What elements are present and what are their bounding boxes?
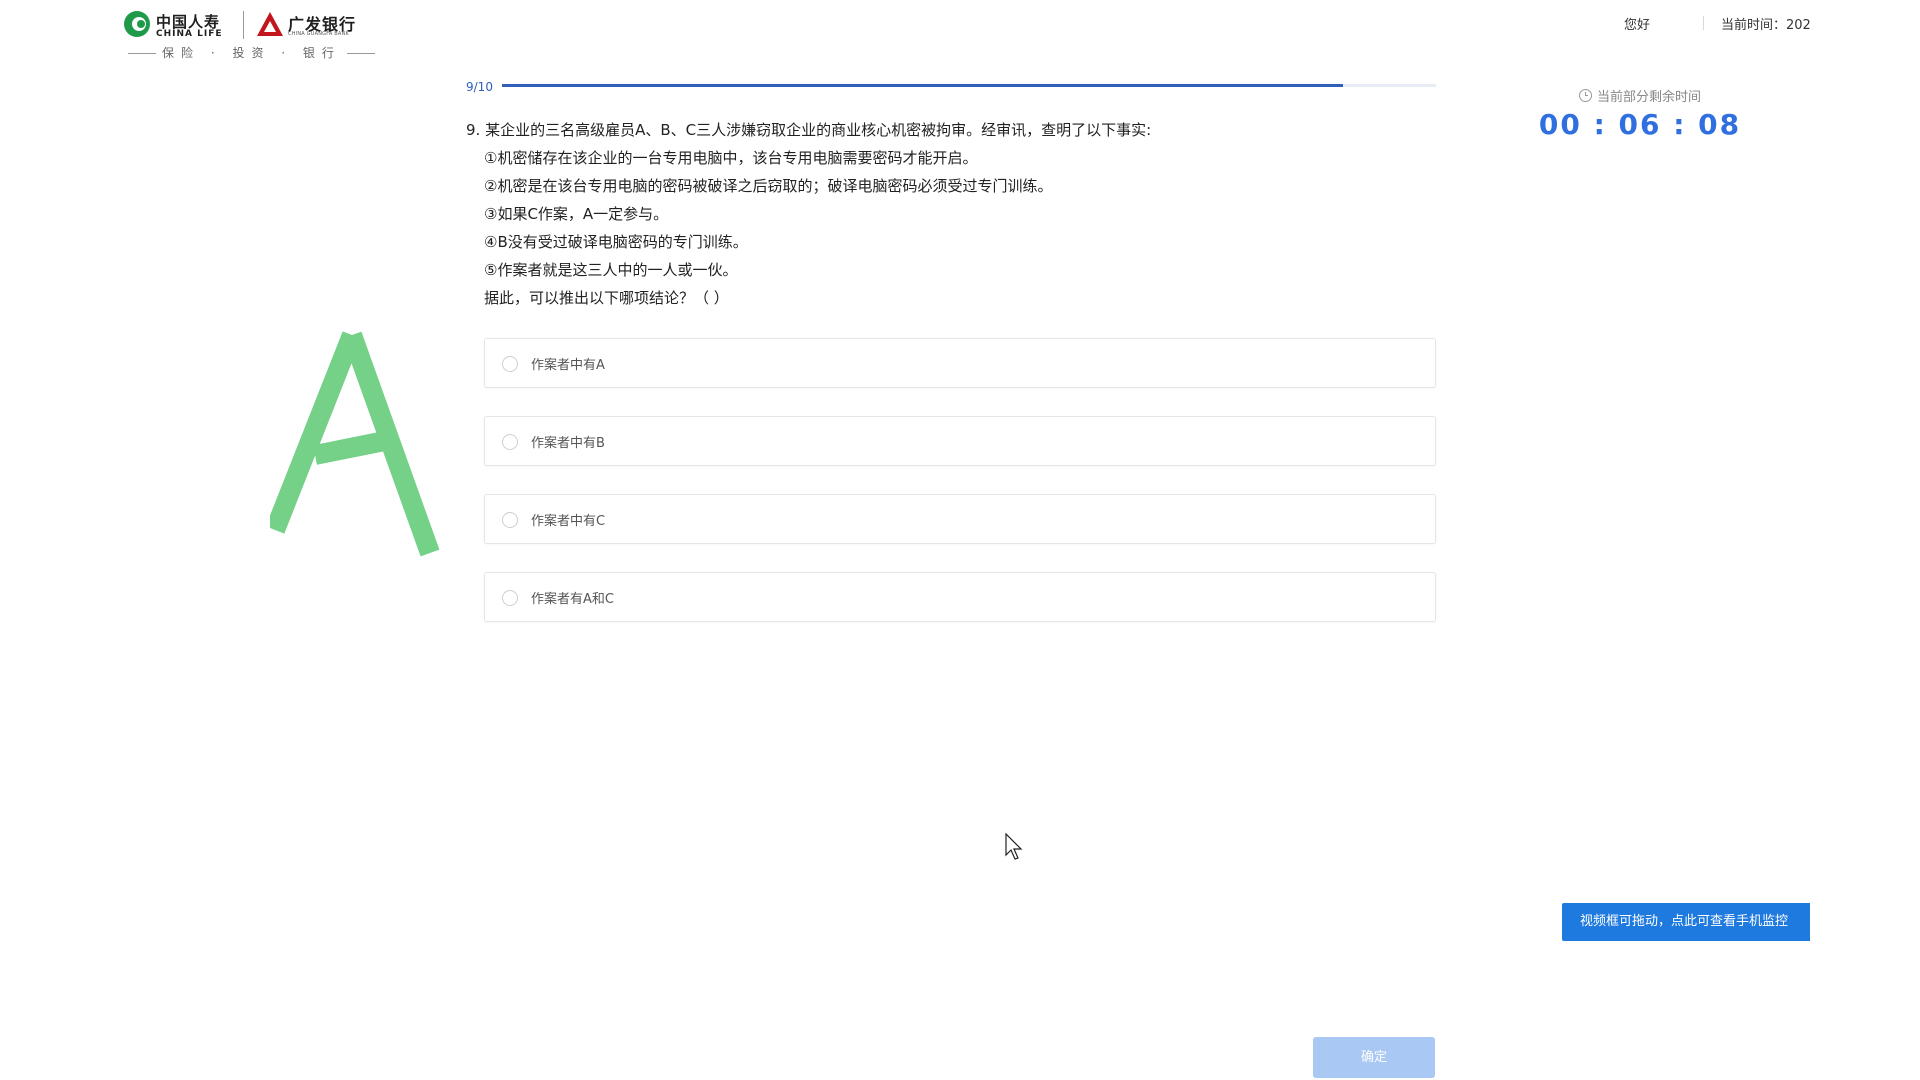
header: 中国人寿 CHINA LIFE 广发银行 CHINA GUANGFA BANK … <box>0 0 1920 60</box>
confirm-button[interactable]: 确定 <box>1313 1037 1435 1078</box>
brand-logo: 中国人寿 CHINA LIFE 广发银行 CHINA GUANGFA BANK … <box>122 9 370 61</box>
option-d[interactable]: 作案者有A和C <box>484 572 1436 622</box>
user-greeting: 您好 <box>1624 18 1651 33</box>
option-label: 作案者中有B <box>531 436 605 451</box>
option-radio[interactable] <box>502 590 518 606</box>
current-time: 当前时间：202 <box>1721 18 1811 33</box>
option-radio[interactable] <box>502 434 518 450</box>
question-condition: ②机密是在该台专用电脑的密码被破译之后窃取的；破译电脑密码必须受过专门训练。 <box>484 177 1053 195</box>
cgb-logo-icon <box>257 12 283 36</box>
question: 9. 某企业的三名高级雇员A、B、C三人涉嫌窃取企业的商业核心机密被拘审。经审讯… <box>466 116 1436 312</box>
china-life-logo-icon <box>124 11 150 37</box>
question-condition: ①机密储存在该企业的一台专用电脑中，该台专用电脑需要密码才能开启。 <box>484 149 978 167</box>
option-b[interactable]: 作案者中有B <box>484 416 1436 466</box>
logo-divider <box>243 11 244 39</box>
progress-counter: 9/10 <box>466 80 493 94</box>
question-condition: ⑤作案者就是这三人中的一人或一伙。 <box>484 261 738 279</box>
option-label: 作案者中有C <box>531 514 606 529</box>
option-label: 作案者中有A <box>531 358 605 373</box>
brand-slogan: 保险 · 投资 · 银行 <box>122 44 370 61</box>
question-prompt: 据此，可以推出以下哪项结论？（ ） <box>484 289 729 307</box>
option-c[interactable]: 作案者中有C <box>484 494 1436 544</box>
mouse-cursor-icon <box>1005 833 1023 860</box>
timer-value: 00 : 06 : 08 <box>1538 108 1742 141</box>
option-label: 作案者有A和C <box>531 592 614 607</box>
cgb-name-en: CHINA GUANGFA BANK <box>288 31 349 37</box>
countdown-timer: 当前部分剩余时间 00 : 06 : 08 <box>1500 68 1780 168</box>
timer-label-text: 当前部分剩余时间 <box>1596 90 1701 105</box>
china-life-name-en: CHINA LIFE <box>156 29 223 39</box>
option-radio[interactable] <box>502 356 518 372</box>
option-radio[interactable] <box>502 512 518 528</box>
handwritten-a-annotation <box>270 331 440 557</box>
question-condition: ④B没有受过破译电脑密码的专门训练。 <box>484 233 748 251</box>
exam-main: 9/10 9. 某企业的三名高级雇员A、B、C三人涉嫌窃取企业的商业核心机密被拘… <box>466 60 1436 1080</box>
video-monitor-tip[interactable]: 视频框可拖动，点此可查看手机监控 <box>1562 903 1810 941</box>
progress-bar <box>502 84 1436 87</box>
header-divider <box>1703 16 1704 30</box>
clock-icon <box>1578 89 1592 102</box>
question-stem: 9. 某企业的三名高级雇员A、B、C三人涉嫌窃取企业的商业核心机密被拘审。经审讯… <box>466 121 1152 139</box>
progress-bar-fill <box>502 84 1343 87</box>
timer-label: 当前部分剩余时间 <box>1500 86 1780 105</box>
question-condition: ③如果C作案，A一定参与。 <box>484 205 669 223</box>
answer-options: 作案者中有A 作案者中有B 作案者中有C 作案者有A和C <box>484 338 1436 650</box>
option-a[interactable]: 作案者中有A <box>484 338 1436 388</box>
